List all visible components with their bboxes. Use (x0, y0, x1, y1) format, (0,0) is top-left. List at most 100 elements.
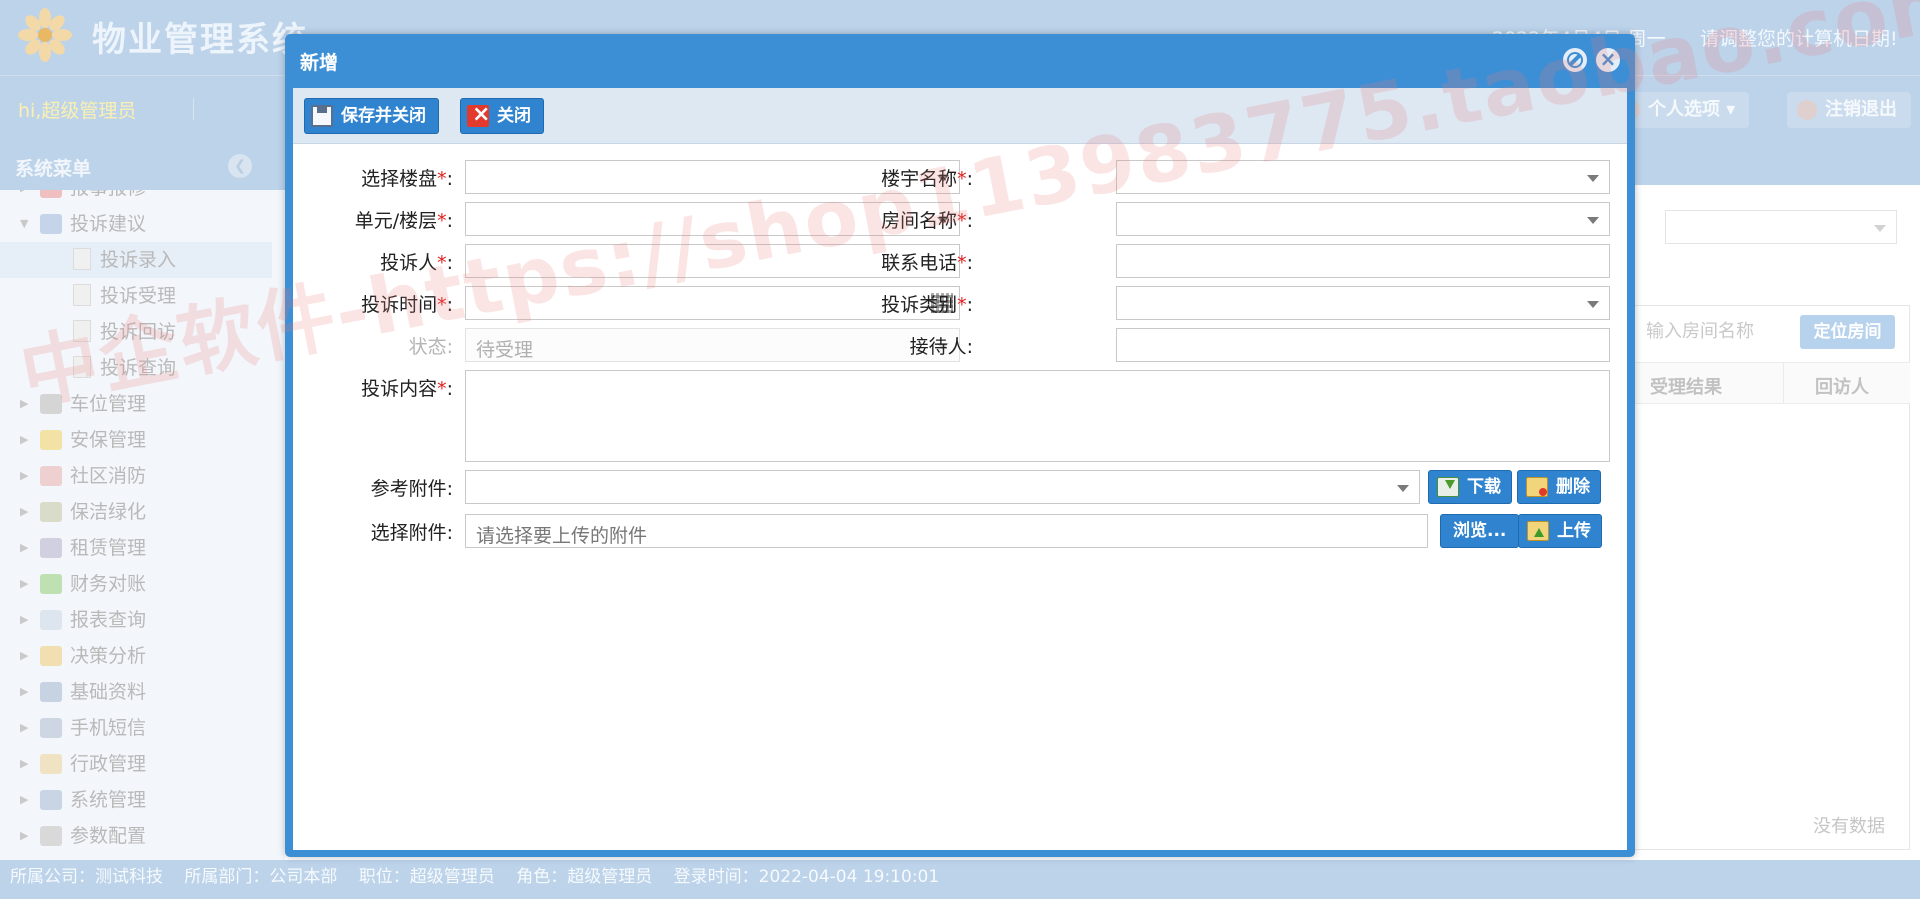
label-colon: : (966, 252, 973, 274)
close-label: 关闭 (497, 106, 531, 126)
sidebar-item-cleaning[interactable]: ▶ 保洁绿化 (0, 494, 272, 530)
add-complaint-dialog: 新增 × 保存并关闭 关闭 选择楼盘*: 楼宇名称*: 单元/楼层*: (285, 34, 1635, 857)
sidebar-item-parking[interactable]: ▶ 车位管理 (0, 386, 272, 422)
sidebar-item-label: 基础资料 (70, 681, 147, 703)
sidebar-item-security[interactable]: ▶ 安保管理 (0, 422, 272, 458)
chevron-down-icon (1587, 301, 1599, 314)
chevron-right-icon: ▶ (20, 757, 29, 770)
sidebar-item-finance[interactable]: ▶ 财务对账 (0, 566, 272, 602)
upload-button[interactable]: 上传 (1518, 514, 1602, 548)
required-mark: * (957, 294, 967, 316)
checkmark-icon (40, 574, 62, 594)
status-value: 待受理 (476, 339, 534, 361)
unit-floor-label: 单元/楼层*: (313, 206, 453, 233)
complaint-content-textarea[interactable] (465, 370, 1610, 462)
delete-attachment-button[interactable]: 删除 (1517, 470, 1601, 504)
sidebar-item-complaint-accept[interactable]: 投诉受理 (0, 278, 272, 314)
fire-extinguisher-icon (40, 466, 62, 486)
sidebar-item-label: 安保管理 (70, 429, 147, 451)
ref-attachment-select[interactable] (465, 470, 1420, 504)
complaint-content-label: 投诉内容*: (313, 374, 453, 401)
save-and-close-button[interactable]: 保存并关闭 (304, 98, 439, 134)
sidebar-item-label: 租赁管理 (70, 537, 147, 559)
chevron-right-icon: ▶ (20, 505, 29, 518)
label-text: 单元/楼层 (354, 210, 438, 232)
receptionist-label: 接待人: (909, 336, 973, 358)
logout-button[interactable]: 注销退出 (1787, 92, 1911, 128)
column-header: 受理结果 (1650, 377, 1722, 398)
people-icon (40, 538, 62, 558)
sidebar-item-label: 投诉受理 (100, 285, 177, 307)
sidebar-item-fire[interactable]: ▶ 社区消防 (0, 458, 272, 494)
label-colon: : (966, 210, 973, 232)
car-icon (40, 394, 62, 414)
red-close-icon (467, 98, 490, 132)
browse-button[interactable]: 浏览... (1440, 514, 1520, 548)
room-search-input[interactable]: 输入房间名称 (1640, 315, 1795, 349)
download-label: 下载 (1467, 477, 1501, 497)
upload-icon (1527, 521, 1549, 541)
repair-icon (40, 190, 62, 198)
notebook-icon (40, 754, 62, 774)
personal-options-label: 个人选项 (1648, 99, 1720, 120)
sidebar-item-label: 社区消防 (70, 465, 147, 487)
close-button[interactable]: 关闭 (460, 98, 544, 134)
sidebar-item-basic-data[interactable]: ▶ 基础资料 (0, 674, 272, 710)
required-mark: * (957, 210, 967, 232)
receptionist-input[interactable] (1116, 328, 1610, 362)
sidebar-title: 系统菜单 (15, 158, 92, 180)
label-text: 投诉时间 (361, 294, 438, 316)
chevron-right-icon: ▶ (20, 649, 29, 662)
label-text: 投诉人 (380, 252, 438, 274)
chevron-right-icon: ▶ (20, 829, 29, 842)
filter-select[interactable] (1665, 210, 1897, 244)
box-icon (40, 646, 62, 666)
sidebar-item-label: 投诉回访 (100, 321, 177, 343)
sidebar-item-sms[interactable]: ▶ 手机短信 (0, 710, 272, 746)
upload-label: 上传 (1557, 521, 1591, 541)
chevron-right-icon: ▶ (20, 685, 29, 698)
chevron-down-icon (1587, 175, 1599, 188)
chevron-right-icon: ▶ (20, 190, 28, 206)
select-attachment-input[interactable]: 请选择要上传的附件 (465, 514, 1428, 548)
close-icon[interactable]: × (1596, 48, 1620, 72)
label-colon: : (446, 252, 453, 274)
sidebar-item-system[interactable]: ▶ 系统管理 (0, 782, 272, 818)
locate-room-button[interactable]: 定位房间 (1800, 315, 1895, 349)
delete-label: 删除 (1556, 477, 1590, 497)
sidebar-item-params[interactable]: ▶ 参数配置 (0, 818, 272, 854)
collapse-sidebar-icon[interactable]: ❮ (228, 154, 252, 178)
chevron-right-icon: ▶ (20, 397, 29, 410)
date-warning: 请调整您的计算机日期! (1700, 28, 1898, 50)
required-mark: * (437, 294, 447, 316)
label-text: 房间名称 (881, 210, 958, 232)
sidebar-item-complaints[interactable]: ▼ 投诉建议 (0, 206, 272, 242)
chevron-down-icon: ▼ (20, 217, 29, 230)
chevron-right-icon: ▶ (20, 613, 29, 626)
required-mark: * (437, 210, 447, 232)
page-icon (73, 248, 91, 270)
sidebar-item-complaint-followup[interactable]: 投诉回访 (0, 314, 272, 350)
sidebar-item-admin[interactable]: ▶ 行政管理 (0, 746, 272, 782)
sidebar-item-decision[interactable]: ▶ 决策分析 (0, 638, 272, 674)
menu-tree: ▶ 报事报修 ▼ 投诉建议 投诉录入 投诉受理 投诉回访 (0, 190, 285, 860)
sidebar-item-leasing[interactable]: ▶ 租赁管理 (0, 530, 272, 566)
complaint-type-select[interactable] (1116, 286, 1610, 320)
grid-header: 受理结果 回访人 (1625, 362, 1910, 404)
sidebar-item-repair[interactable]: ▶ 报事报修 (0, 190, 272, 206)
download-button[interactable]: 下载 (1428, 470, 1512, 504)
phone-label: 联系电话*: (833, 248, 973, 275)
speaker-icon (40, 718, 62, 738)
phone-input[interactable] (1116, 244, 1610, 278)
sidebar-item-complaint-entry[interactable]: 投诉录入 (0, 242, 272, 278)
floppy-disk-icon (311, 105, 333, 127)
login-time-info: 登录时间：2022-04-04 19:10:01 (673, 867, 940, 887)
dialog-body: 保存并关闭 关闭 选择楼盘*: 楼宇名称*: 单元/楼层*: 房间名称*: 投诉… (293, 88, 1627, 850)
sidebar-item-complaint-query[interactable]: 投诉查询 (0, 350, 272, 386)
restore-icon[interactable] (1563, 48, 1587, 72)
empty-message: 没有数据 (1813, 816, 1885, 837)
room-name-select[interactable] (1116, 202, 1610, 236)
building-name-select[interactable] (1116, 160, 1610, 194)
status-bar: 所属公司：测试科技 所属部门：公司本部 职位：超级管理员 角色：超级管理员 登录… (0, 860, 1920, 899)
sidebar-item-reports[interactable]: ▶ 报表查询 (0, 602, 272, 638)
